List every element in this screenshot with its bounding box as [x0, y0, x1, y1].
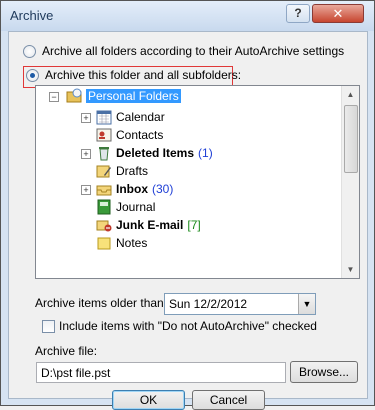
tree-item-notes[interactable]: Notes	[96, 234, 147, 252]
tree-scrollbar[interactable]: ▲ ▼	[341, 86, 359, 278]
archive-dialog: Archive ? ✕ Archive all folders accordin…	[0, 0, 375, 410]
deleted-items-label: Deleted Items	[116, 146, 195, 160]
journal-icon	[97, 199, 111, 215]
help-button[interactable]: ?	[286, 4, 310, 23]
inbox-expander[interactable]: +	[81, 185, 91, 195]
inbox-count: (30)	[152, 182, 174, 196]
tree-item-journal[interactable]: Journal	[96, 198, 155, 216]
deleted-items-count: (1)	[198, 146, 213, 160]
collapse-expander[interactable]: −	[49, 92, 59, 102]
tree-root-personal-folders[interactable]: Personal Folders	[66, 87, 181, 105]
older-than-date-picker[interactable]: Sun 12/2/2012 ▼	[164, 293, 316, 315]
title-bar: Archive ? ✕	[1, 1, 374, 31]
junk-email-label: Junk E-mail	[116, 218, 184, 232]
archive-this-label: Archive this folder and all subfolders:	[45, 68, 242, 82]
inbox-label: Inbox	[116, 182, 148, 196]
archive-all-option[interactable]: Archive all folders according to their A…	[23, 44, 344, 58]
include-do-not-autoarchive-checkbox[interactable]	[42, 320, 55, 333]
notes-icon	[97, 237, 111, 250]
older-than-label: Archive items older than:	[35, 296, 168, 310]
archive-all-radio[interactable]	[23, 44, 36, 58]
scroll-down-icon[interactable]: ▼	[342, 261, 359, 278]
tree-item-calendar[interactable]: Calendar	[96, 108, 165, 126]
dialog-body: Archive all folders according to their A…	[8, 31, 368, 410]
journal-label: Journal	[116, 200, 156, 214]
folder-tree[interactable]: − Personal Folders + Calendar Contacts +…	[35, 85, 360, 279]
tree-item-contacts[interactable]: Contacts	[96, 126, 163, 144]
drafts-label: Drafts	[116, 164, 149, 178]
personal-folders-icon	[66, 88, 82, 103]
ok-button[interactable]: OK	[112, 390, 185, 410]
deleted-items-expander[interactable]: +	[81, 149, 91, 159]
junk-email-count: [7]	[187, 218, 201, 232]
notes-label: Notes	[116, 236, 148, 250]
calendar-icon	[96, 110, 112, 125]
tree-item-drafts[interactable]: Drafts	[96, 162, 148, 180]
archive-file-value: D:\pst file.pst	[41, 366, 111, 380]
inbox-icon	[96, 185, 112, 196]
close-button[interactable]: ✕	[312, 4, 364, 23]
recycle-bin-icon	[99, 147, 109, 161]
archive-this-option[interactable]: Archive this folder and all subfolders:	[26, 68, 241, 82]
archive-file-input[interactable]: D:\pst file.pst	[36, 362, 286, 383]
scroll-thumb[interactable]	[344, 105, 358, 173]
contacts-icon	[96, 128, 112, 142]
tree-root-label: Personal Folders	[86, 89, 181, 103]
drafts-icon	[96, 165, 111, 178]
calendar-expander[interactable]: +	[81, 113, 91, 123]
browse-button[interactable]: Browse...	[290, 361, 358, 383]
dialog-title: Archive	[10, 8, 54, 23]
older-than-value: Sun 12/2/2012	[169, 297, 248, 311]
archive-file-label: Archive file:	[35, 344, 98, 358]
archive-this-radio[interactable]	[26, 68, 39, 82]
tree-item-inbox[interactable]: Inbox (30)	[96, 180, 173, 198]
dropdown-arrow-icon[interactable]: ▼	[298, 294, 315, 314]
scroll-up-icon[interactable]: ▲	[342, 86, 359, 103]
tree-item-deleted-items[interactable]: Deleted Items (1)	[96, 144, 213, 162]
tree-item-junk-email[interactable]: Junk E-mail [7]	[96, 216, 201, 234]
junk-email-icon	[96, 220, 112, 232]
calendar-label: Calendar	[116, 110, 165, 124]
archive-all-label: Archive all folders according to their A…	[42, 44, 345, 58]
contacts-label: Contacts	[116, 128, 164, 142]
include-checkbox-label: Include items with "Do not AutoArchive" …	[59, 319, 317, 333]
cancel-button[interactable]: Cancel	[192, 390, 265, 410]
